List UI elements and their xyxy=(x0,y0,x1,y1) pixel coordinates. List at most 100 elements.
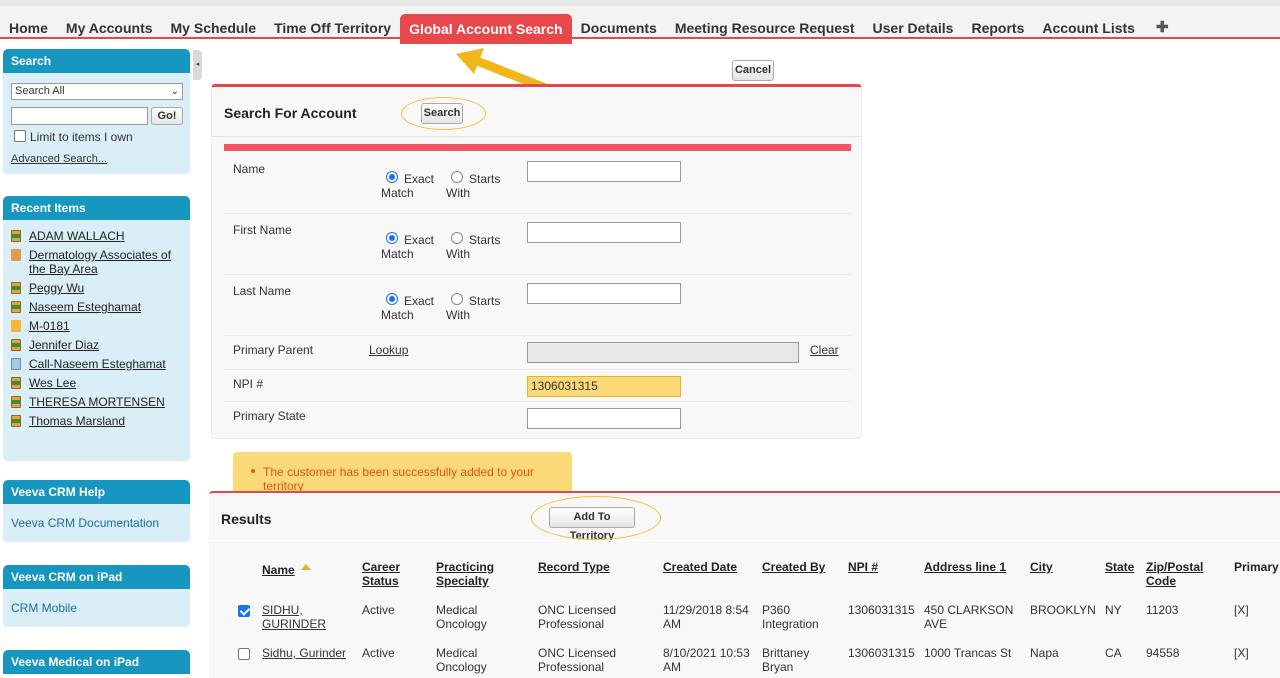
name-row: Name Exact Match Starts With xyxy=(224,153,851,214)
city-cell: BROOKLYN xyxy=(1030,603,1096,617)
tab-user-details[interactable]: User Details xyxy=(864,13,963,43)
recent-item[interactable]: THERESA MORTENSEN xyxy=(3,395,190,409)
person-icon xyxy=(11,396,21,408)
sidebar-search-input[interactable] xyxy=(11,107,148,125)
recent-item[interactable]: Call-Naseem Esteghamat xyxy=(3,357,190,371)
success-message: The customer has been successfully added… xyxy=(233,452,572,493)
recent-item[interactable]: Naseem Esteghamat xyxy=(3,300,190,314)
recent-item-link[interactable]: Jennifer Diaz xyxy=(29,338,99,352)
name-with-label: With xyxy=(446,186,470,200)
recent-item-link[interactable]: Dermatology Associates of the Bay Area xyxy=(29,248,190,276)
person-icon xyxy=(11,377,21,389)
clear-link[interactable]: Clear xyxy=(810,343,839,357)
recent-item-link[interactable]: Naseem Esteghamat xyxy=(29,300,141,314)
column-header-state[interactable]: State xyxy=(1105,560,1134,574)
primary-cell: [X] xyxy=(1234,646,1249,660)
row-select-checkbox[interactable] xyxy=(238,648,250,660)
recent-items-title: Recent Items xyxy=(3,196,190,220)
name-input[interactable] xyxy=(527,161,681,182)
career-status-cell: Active xyxy=(362,603,395,617)
column-header-career-status[interactable]: Career Status xyxy=(362,560,400,588)
recent-item[interactable]: ADAM WALLACH xyxy=(3,229,190,243)
npi-input[interactable]: 1306031315 xyxy=(527,376,681,397)
primary-state-input[interactable] xyxy=(527,408,681,429)
column-header-record-type[interactable]: Record Type xyxy=(538,560,610,574)
name-starts-radio[interactable] xyxy=(451,171,463,183)
recent-item[interactable]: Wes Lee xyxy=(3,376,190,390)
last-name-starts-radio[interactable] xyxy=(451,293,463,305)
limit-to-owned-checkbox[interactable] xyxy=(14,130,26,142)
recent-item-link[interactable]: Wes Lee xyxy=(29,376,76,390)
row-select-checkbox[interactable] xyxy=(238,605,250,617)
tab-account-lists[interactable]: Account Lists xyxy=(1033,13,1144,43)
search-panel-title: Search For Account xyxy=(224,105,357,121)
last-name-starts-label: Starts xyxy=(469,294,501,308)
recent-item-link[interactable]: Thomas Marsland xyxy=(29,414,125,428)
go-button[interactable]: Go! xyxy=(151,107,183,125)
required-bar xyxy=(224,144,851,151)
first-name-label: First Name xyxy=(233,223,292,237)
column-header-created-by[interactable]: Created By xyxy=(762,560,825,574)
zip-cell: 11203 xyxy=(1146,603,1179,617)
lookup-link[interactable]: Lookup xyxy=(369,343,408,357)
recent-item[interactable]: M-0181 xyxy=(3,319,190,333)
recent-item-link[interactable]: ADAM WALLACH xyxy=(29,229,125,243)
record-type-cell: ONC Licensed Professional xyxy=(538,603,617,631)
organization-icon xyxy=(11,249,21,261)
tab-documents[interactable]: Documents xyxy=(572,13,666,43)
column-header-npi[interactable]: NPI # xyxy=(848,560,878,574)
column-header-created-date[interactable]: Created Date xyxy=(663,560,737,574)
primary-parent-input[interactable] xyxy=(527,342,799,363)
name-exact-label: Exact xyxy=(404,172,435,186)
add-tab-icon[interactable]: ✚ xyxy=(1144,13,1181,43)
sort-ascending-icon[interactable] xyxy=(301,564,311,570)
recent-item[interactable]: Peggy Wu xyxy=(3,281,190,295)
recent-item[interactable]: Jennifer Diaz xyxy=(3,338,190,352)
recent-item-link[interactable]: Peggy Wu xyxy=(29,281,84,295)
tab-meeting-resource-request[interactable]: Meeting Resource Request xyxy=(666,13,864,43)
tab-global-account-search[interactable]: Global Account Search xyxy=(400,14,572,44)
recent-item[interactable]: Dermatology Associates of the Bay Area xyxy=(3,248,190,276)
last-name-exact-radio[interactable] xyxy=(386,293,398,305)
tab-time-off-territory[interactable]: Time Off Territory xyxy=(265,13,400,43)
recent-item[interactable]: Thomas Marsland xyxy=(3,414,190,428)
success-message-text: The customer has been successfully added… xyxy=(263,465,534,493)
primary-parent-label: Primary Parent xyxy=(233,343,314,357)
sidebar-recent-items-box: Recent Items ADAM WALLACH Dermatology Ass… xyxy=(3,196,190,461)
cancel-button[interactable]: Cancel xyxy=(732,60,774,81)
collapse-sidebar-icon[interactable]: ◂ xyxy=(193,50,202,80)
name-exact-radio[interactable] xyxy=(386,171,398,183)
last-name-input[interactable] xyxy=(527,283,681,304)
tab-my-schedule[interactable]: My Schedule xyxy=(162,13,266,43)
first-name-starts-radio[interactable] xyxy=(451,232,463,244)
veeva-documentation-link[interactable]: Veeva CRM Documentation xyxy=(11,516,159,530)
crm-mobile-link[interactable]: CRM Mobile xyxy=(11,601,77,615)
search-scope-select[interactable]: Search All ⌄ xyxy=(11,83,183,100)
tab-home[interactable]: Home xyxy=(0,13,57,43)
column-header-city[interactable]: City xyxy=(1030,560,1053,574)
advanced-search-link[interactable]: Advanced Search... xyxy=(11,153,107,165)
first-name-input[interactable] xyxy=(527,222,681,243)
recent-item-link[interactable]: THERESA MORTENSEN xyxy=(29,395,165,409)
npi-row: NPI # 1306031315 xyxy=(224,370,851,402)
zip-cell: 94558 xyxy=(1146,646,1180,660)
account-name-link[interactable]: Sidhu, Gurinder xyxy=(262,646,346,660)
address-cell: 450 CLARKSON AVE xyxy=(924,603,1014,631)
name-starts-label: Starts xyxy=(469,172,501,186)
recent-item-link[interactable]: Call-Naseem Esteghamat xyxy=(29,357,166,371)
career-status-cell: Active xyxy=(362,646,395,660)
column-header-practicing-specialty[interactable]: Practicing Specialty xyxy=(436,560,494,588)
created-date-cell: 8/10/2021 10:53 AM xyxy=(663,646,750,674)
chevron-down-icon: ⌄ xyxy=(170,86,179,97)
divider xyxy=(212,136,861,137)
account-name-link[interactable]: SIDHU, GURINDER xyxy=(262,603,326,631)
tab-reports[interactable]: Reports xyxy=(962,13,1033,43)
first-name-exact-radio[interactable] xyxy=(386,232,398,244)
column-header-address[interactable]: Address line 1 xyxy=(924,560,1006,574)
tab-my-accounts[interactable]: My Accounts xyxy=(57,13,162,43)
column-header-zip[interactable]: Zip/Postal Code xyxy=(1146,560,1203,588)
recent-item-link[interactable]: M-0181 xyxy=(29,319,70,333)
first-name-starts-label: Starts xyxy=(469,233,501,247)
column-header-name[interactable]: Name xyxy=(262,563,295,577)
highlight-ring xyxy=(531,496,661,540)
